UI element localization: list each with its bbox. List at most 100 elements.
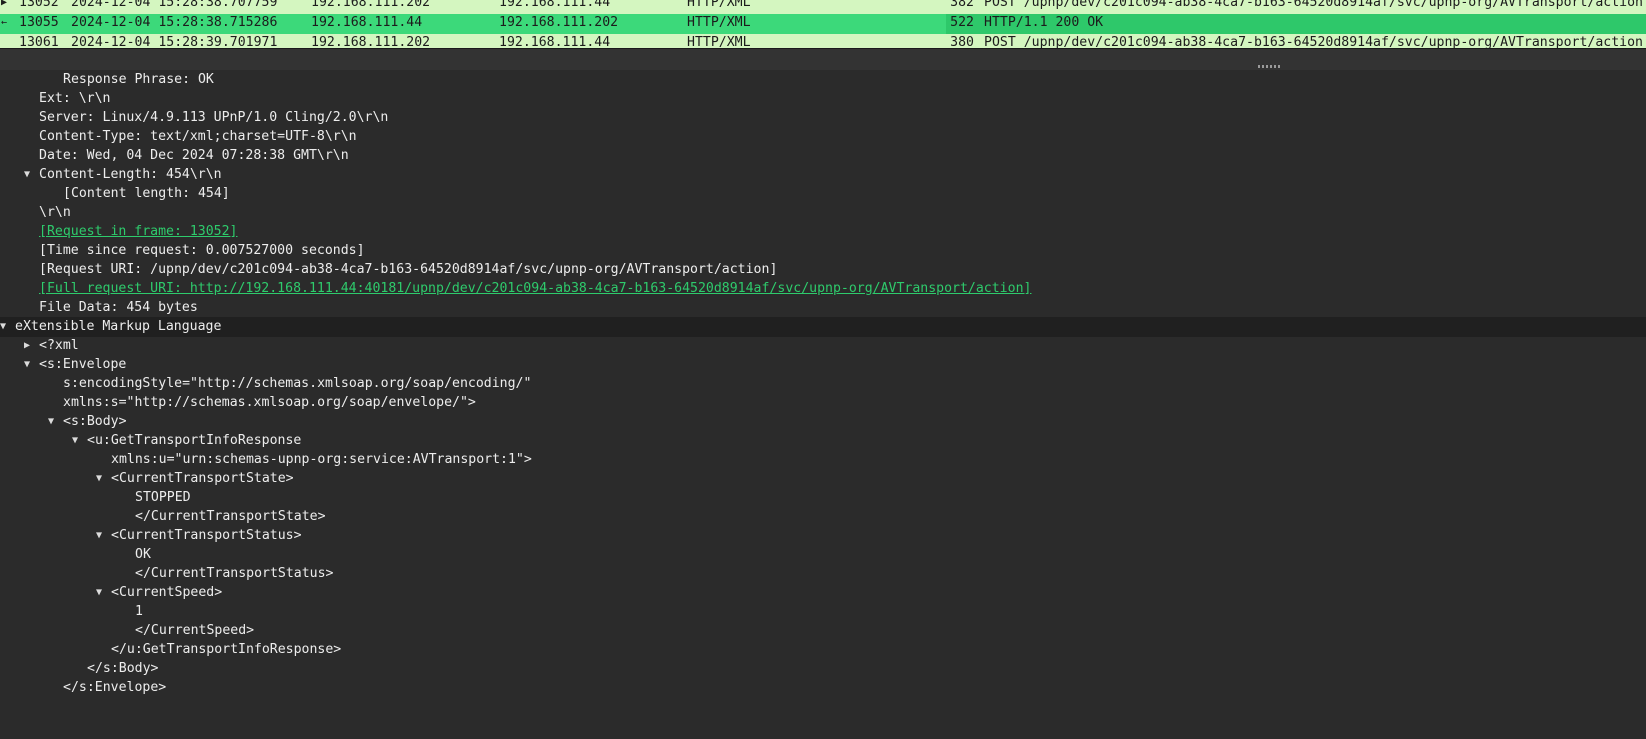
packet-number: 13061	[19, 35, 59, 48]
packet-info: HTTP/1.1 200 OK	[984, 15, 1104, 30]
tree-item[interactable]: s:encodingStyle="http://schemas.xmlsoap.…	[0, 374, 1646, 394]
tree-item[interactable]: [Time since request: 0.007527000 seconds…	[0, 241, 1646, 261]
grip-handle-icon[interactable]	[1258, 65, 1282, 68]
tree-item-label: Content-Type: text/xml;charset=UTF-8\r\n	[39, 129, 357, 144]
packet-detail-tree[interactable]: Response Phrase: OK Ext: \r\n Server: Linu…	[0, 70, 1646, 739]
packet-length: 380	[950, 35, 974, 48]
tree-item-label: [Time since request: 0.007527000 seconds…	[39, 243, 365, 258]
tree-item-label: </CurrentSpeed>	[135, 623, 255, 638]
expand-toggle-icon[interactable]: ▼	[93, 526, 105, 546]
tree-item[interactable]: \r\n	[0, 203, 1646, 223]
tree-item[interactable]: File Data: 454 bytes	[0, 298, 1646, 318]
tree-item[interactable]: xmlns:u="urn:schemas-upnp-org:service:AV…	[0, 450, 1646, 470]
packet-row[interactable]: 13061 2024-12-04 15:28:39.701971 192.168…	[0, 34, 1646, 48]
packet-destination: 192.168.111.44	[499, 0, 611, 10]
packet-info: POST /upnp/dev/c201c094-ab38-4ca7-b163-6…	[984, 35, 1646, 48]
expand-toggle-icon[interactable]: ▼	[45, 412, 57, 432]
tree-item-label: eXtensible Markup Language	[15, 319, 222, 334]
tree-item-label: <s:Body>	[63, 414, 127, 429]
packet-time: 2024-12-04 15:28:38.707759	[71, 0, 278, 10]
packet-list[interactable]: ▶ 13052 2024-12-04 15:28:38.707759 192.1…	[0, 0, 1646, 48]
tree-item-label: Date: Wed, 04 Dec 2024 07:28:38 GMT\r\n	[39, 148, 349, 163]
tree-item-label: </CurrentTransportState>	[135, 509, 326, 524]
packet-info: POST /upnp/dev/c201c094-ab38-4ca7-b163-6…	[984, 0, 1646, 10]
tree-item[interactable]: [Request in frame: 13052]	[0, 222, 1646, 242]
tree-item[interactable]: ▼ <CurrentSpeed>	[0, 583, 1646, 603]
tree-item[interactable]: Date: Wed, 04 Dec 2024 07:28:38 GMT\r\n	[0, 146, 1646, 166]
expand-toggle-icon[interactable]: ▶	[21, 336, 33, 356]
packet-protocol: HTTP/XML	[687, 15, 751, 30]
tree-item-label: <s:Envelope	[39, 357, 127, 372]
packet-length: 382	[950, 0, 974, 10]
tree-item-label: 1	[135, 604, 143, 619]
tree-item-label: <?xml	[39, 338, 79, 353]
tree-item-label: Content-Length: 454\r\n	[39, 167, 222, 182]
tree-item[interactable]: STOPPED	[0, 488, 1646, 508]
tree-item[interactable]: xmlns:s="http://schemas.xmlsoap.org/soap…	[0, 393, 1646, 413]
expand-toggle-icon[interactable]: ▼	[0, 317, 9, 337]
expand-toggle-icon[interactable]: ▼	[21, 355, 33, 375]
full-request-uri-link[interactable]: [Full request URI: http://192.168.111.44…	[39, 279, 1031, 299]
tree-item[interactable]: OK	[0, 545, 1646, 565]
tree-item[interactable]: Ext: \r\n	[0, 89, 1646, 109]
packet-source: 192.168.111.202	[311, 35, 431, 48]
tree-item-label: File Data: 454 bytes	[39, 300, 198, 315]
tree-item-label: <CurrentTransportStatus>	[111, 528, 302, 543]
tree-item[interactable]: ▼ Content-Length: 454\r\n	[0, 165, 1646, 185]
expand-toggle-icon[interactable]: ▼	[69, 431, 81, 451]
packet-row[interactable]: ▶ 13052 2024-12-04 15:28:38.707759 192.1…	[0, 0, 1646, 14]
tree-item[interactable]: [Request URI: /upnp/dev/c201c094-ab38-4c…	[0, 260, 1646, 280]
request-frame-link[interactable]: [Request in frame: 13052]	[39, 222, 238, 242]
tree-item[interactable]: </CurrentTransportState>	[0, 507, 1646, 527]
tree-item[interactable]: </CurrentTransportStatus>	[0, 564, 1646, 584]
tree-item-label: Response Phrase: OK	[63, 72, 214, 87]
tree-item[interactable]: ▼ <s:Body>	[0, 412, 1646, 432]
tree-item[interactable]: [Content length: 454]	[0, 184, 1646, 204]
tree-item[interactable]: Response Phrase: OK	[0, 70, 1646, 90]
request-arrow-icon: ▶	[1, 0, 8, 8]
expand-toggle-icon[interactable]: ▼	[93, 583, 105, 603]
packet-number: 13055	[19, 15, 59, 30]
tree-item[interactable]: ▶ <?xml	[0, 336, 1646, 356]
packet-time: 2024-12-04 15:28:39.701971	[71, 35, 278, 48]
tree-item[interactable]: [Full request URI: http://192.168.111.44…	[0, 279, 1646, 299]
packet-number: 13052	[19, 0, 59, 10]
tree-item[interactable]: </u:GetTransportInfoResponse>	[0, 640, 1646, 660]
tree-item-label: </s:Body>	[87, 661, 159, 676]
tree-item[interactable]: </s:Body>	[0, 659, 1646, 679]
tree-item-label: [Content length: 454]	[63, 186, 230, 201]
tree-item[interactable]: ▼ <CurrentTransportState>	[0, 469, 1646, 489]
tree-item-label: s:encodingStyle="http://schemas.xmlsoap.…	[63, 376, 532, 391]
tree-item-label: </s:Envelope>	[63, 680, 167, 695]
tree-item-label: xmlns:s="http://schemas.xmlsoap.org/soap…	[63, 395, 476, 410]
tree-section-xml[interactable]: ▼ eXtensible Markup Language	[0, 317, 1646, 337]
tree-item[interactable]: 1	[0, 602, 1646, 622]
packet-length: 522	[950, 15, 974, 30]
packet-destination: 192.168.111.202	[499, 15, 619, 30]
tree-item[interactable]: ▼ <u:GetTransportInfoResponse	[0, 431, 1646, 451]
tree-item[interactable]: </s:Envelope>	[0, 678, 1646, 698]
response-arrow-icon: ←	[1, 17, 8, 28]
tree-item-label: Server: Linux/4.9.113 UPnP/1.0 Cling/2.0…	[39, 110, 389, 125]
pane-splitter[interactable]	[0, 48, 1646, 71]
packet-source: 192.168.111.44	[311, 15, 423, 30]
tree-item-label: <CurrentSpeed>	[111, 585, 223, 600]
tree-item[interactable]: ▼ <s:Envelope	[0, 355, 1646, 375]
tree-item-label: xmlns:u="urn:schemas-upnp-org:service:AV…	[111, 452, 532, 467]
packet-source: 192.168.111.202	[311, 0, 431, 10]
tree-item[interactable]: Content-Type: text/xml;charset=UTF-8\r\n	[0, 127, 1646, 147]
tree-item-label: OK	[135, 547, 151, 562]
tree-item-label: [Request URI: /upnp/dev/c201c094-ab38-4c…	[39, 262, 778, 277]
tree-item[interactable]: ▼ <CurrentTransportStatus>	[0, 526, 1646, 546]
expand-toggle-icon[interactable]: ▼	[21, 165, 33, 185]
tree-item-label: Ext: \r\n	[39, 91, 111, 106]
packet-protocol: HTTP/XML	[687, 35, 751, 48]
packet-row-selected[interactable]: ← 13055 2024-12-04 15:28:38.715286 192.1…	[0, 14, 1646, 34]
tree-item-label: </CurrentTransportStatus>	[135, 566, 334, 581]
tree-item[interactable]: </CurrentSpeed>	[0, 621, 1646, 641]
expand-toggle-icon[interactable]: ▼	[93, 469, 105, 489]
packet-protocol: HTTP/XML	[687, 0, 751, 10]
tree-item[interactable]: Server: Linux/4.9.113 UPnP/1.0 Cling/2.0…	[0, 108, 1646, 128]
packet-destination: 192.168.111.44	[499, 35, 611, 48]
tree-item-label: </u:GetTransportInfoResponse>	[111, 642, 342, 657]
